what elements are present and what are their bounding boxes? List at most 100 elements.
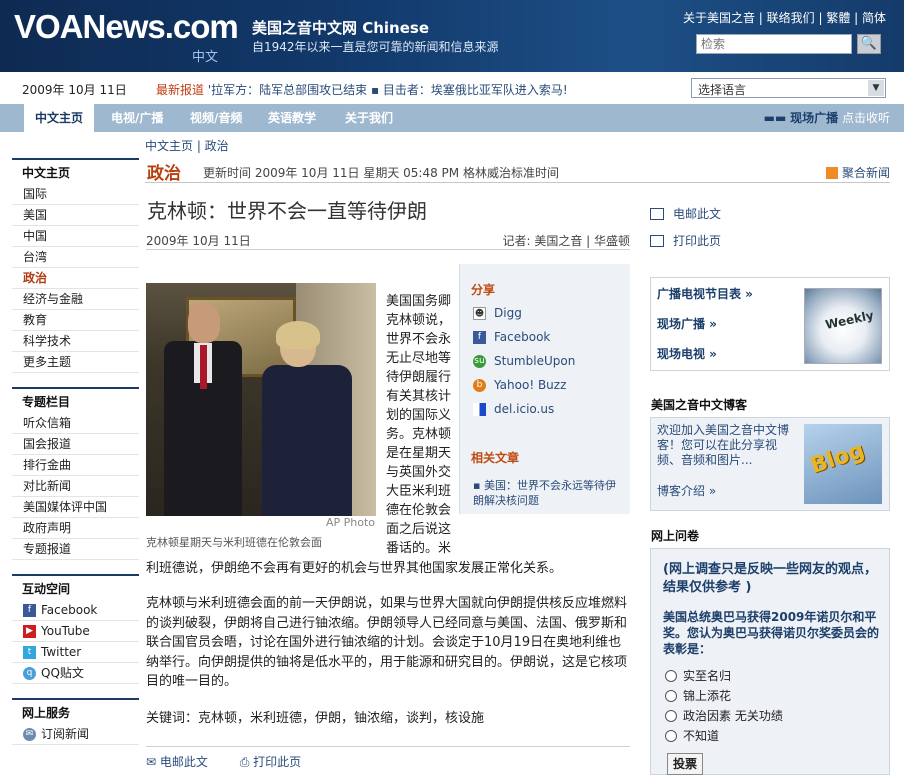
tab-video-audio[interactable]: 视频/音频 — [190, 104, 242, 132]
poll-option[interactable]: 不知道 — [665, 727, 719, 744]
sidebar-item[interactable]: 排行金曲 — [12, 455, 139, 476]
share-title: 分享 — [471, 283, 496, 297]
delicious-icon — [473, 402, 486, 416]
sidebar-item-youtube[interactable]: ▶ YouTube — [12, 621, 139, 642]
site-subtitle: 自1942年以来一直是您可靠的新闻和信息来源 — [252, 40, 499, 54]
language-select[interactable]: 选择语言 ▼ — [691, 78, 886, 98]
share-stumbleupon[interactable]: su StumbleUpon — [473, 354, 575, 368]
search-button[interactable]: 🔍 — [857, 34, 881, 54]
language-select-value: 选择语言 — [698, 83, 747, 97]
email-article-link[interactable]: 电邮此文 — [650, 205, 890, 222]
chevron-down-icon[interactable]: ▼ — [868, 80, 884, 96]
live-radio-link[interactable]: ▬▬ 现场广播 点击收听 — [764, 104, 890, 132]
sidebar-item-active[interactable]: 政治 — [12, 268, 139, 289]
blog-box: 欢迎加入美国之音中文博客！您可以在此分享视频、音频和图片... 博客介绍 » B… — [650, 417, 890, 511]
article-photo — [146, 283, 376, 516]
sidebar-item[interactable]: 政府声明 — [12, 518, 139, 539]
section-header: 政治 更新时间 2009年 10月 11日 星期天 05:48 PM 格林威治标… — [145, 157, 890, 184]
facebook-icon: f — [473, 330, 486, 344]
current-date: 2009年 10月 11日 — [22, 83, 127, 97]
radio-button[interactable] — [665, 669, 677, 682]
sidebar-item[interactable]: 中国 — [12, 226, 139, 247]
article-tools: ✉ 电邮此文 ⎙ 打印此页 — [146, 746, 630, 770]
email-article-button[interactable]: ✉ 电邮此文 — [146, 755, 222, 769]
share-yahoo-buzz[interactable]: b Yahoo! Buzz — [473, 378, 566, 392]
sidebar-item[interactable]: 台湾 — [12, 247, 139, 268]
sidebar-item-qq[interactable]: q QQ贴文 — [12, 663, 139, 684]
sidebar-item[interactable]: 科学技术 — [12, 331, 139, 352]
poll-box: (网上调查只是反映一些网友的观点，结果仅供参考 ) 美国总统奥巴马获得2009年… — [650, 548, 890, 775]
article-headline: 克林顿：世界不会一直等待伊朗 — [147, 199, 427, 223]
rss-link[interactable]: 聚合新闻 — [825, 164, 890, 181]
blog-text[interactable]: 欢迎加入美国之音中文博客！您可以在此分享视频、音频和图片... — [657, 423, 795, 468]
poll-option[interactable]: 锦上添花 — [665, 687, 731, 704]
tab-tv-radio[interactable]: 电视/广播 — [111, 104, 163, 132]
poll-note: (网上调查只是反映一些网友的观点，结果仅供参考 ) — [663, 562, 877, 595]
sidebar-item[interactable]: 经济与金融 — [12, 289, 139, 310]
sidebar-item[interactable]: 专题报道 — [12, 539, 139, 560]
site-header: VOANews.com 中文 美国之音中文网 Chinese 自1942年以来一… — [0, 0, 904, 72]
sidebar-item[interactable]: 国会报道 — [12, 434, 139, 455]
blog-image[interactable]: Blog — [804, 424, 882, 504]
tab-home[interactable]: 中文主页 — [24, 104, 95, 132]
live-radio-link[interactable]: 现场广播 » — [657, 315, 717, 332]
sidebar-item[interactable]: 听众信箱 — [12, 413, 139, 434]
sub-bar: 2009年 10月 11日 最新报道 '拉军方：陆军总部围攻已结束 ▪ 目击者：… — [0, 72, 904, 104]
related-article[interactable]: ▪ 美国：世界不会永远等待伊朗解决核问题 — [473, 478, 623, 508]
ticker-text[interactable]: '拉军方：陆军总部围攻已结束 ▪ 目击者：埃塞俄比亚军队进入索马! — [208, 83, 568, 97]
stumbleupon-icon: su — [473, 354, 486, 368]
sidebar-heading-home[interactable]: 中文主页 — [12, 158, 139, 184]
subscribe-icon: ✉ — [23, 727, 36, 741]
article-paragraph-1-cont: 利班德说，伊朗绝不会再有更好的机会与世界其他国家发展正常化关系。 — [146, 561, 563, 576]
sidebar-item[interactable]: 国际 — [12, 184, 139, 205]
radio-button[interactable] — [665, 729, 677, 742]
top-links[interactable]: 关于美国之音 | 联络我们 | 繁體 | 简体 — [683, 9, 886, 26]
sidebar-item-subscribe[interactable]: ✉ 订阅新闻 — [12, 724, 139, 745]
sidebar-heading-interactive: 互动空间 — [12, 574, 139, 600]
photo-caption: 克林顿星期天与米利班德在伦敦会面 — [146, 536, 322, 549]
vote-button[interactable]: 投票 — [667, 753, 703, 775]
sidebar-item[interactable]: 教育 — [12, 310, 139, 331]
sidebar-item[interactable]: 美国媒体评中国 — [12, 497, 139, 518]
article-paragraph-1: 美国国务卿克林顿说，世界不会永无止尽地等待伊朗履行有关其核计划的国际义务。克林顿… — [386, 294, 452, 556]
voa-logo[interactable]: VOANews.com 中文 — [14, 8, 239, 65]
share-delicious[interactable]: del.icio.us — [473, 402, 554, 416]
radio-icon: ▬▬ — [763, 111, 791, 125]
qq-icon: q — [23, 666, 36, 680]
tab-english[interactable]: 英语教学 — [268, 104, 316, 132]
sidebar-item-facebook[interactable]: f Facebook — [12, 600, 139, 621]
article-date: 2009年 10月 11日 — [146, 234, 251, 248]
share-facebook[interactable]: f Facebook — [473, 330, 550, 344]
ticker-label: 最新报道 — [156, 83, 205, 97]
sidebar-item[interactable]: 美国 — [12, 205, 139, 226]
print-page-link[interactable]: 打印此页 — [650, 232, 890, 249]
print-page-button[interactable]: ⎙ 打印此页 — [240, 755, 315, 769]
blog-intro-link[interactable]: 博客介绍 » — [657, 482, 716, 499]
radio-hint: 点击收听 — [841, 111, 890, 125]
poll-question: 美国总统奥巴马获得2009年诺贝尔和平奖。您认为奥巴马获得诺贝尔奖委员会的表彰是… — [663, 610, 880, 656]
news-ticker[interactable]: 最新报道 '拉军方：陆军总部围攻已结束 ▪ 目击者：埃塞俄比亚军队进入索马! — [156, 81, 568, 98]
article-author: 记者: 美国之音 | 华盛顿 — [502, 234, 630, 248]
section-name: 政治 — [147, 164, 181, 184]
article-keywords: 关键词：克林顿，米利班德，伊朗，铀浓缩，谈判，核设施 — [146, 711, 485, 726]
sidebar-item[interactable]: 对比新闻 — [12, 476, 139, 497]
live-tv-link[interactable]: 现场电视 » — [657, 345, 717, 362]
tab-about[interactable]: 关于我们 — [345, 104, 393, 132]
blog-title: 美国之音中文博客 — [651, 398, 748, 412]
poll-option[interactable]: 政治因素 无关功绩 — [665, 707, 783, 724]
search-input[interactable] — [696, 34, 852, 54]
sidebar-item[interactable]: 更多主题 — [12, 352, 139, 373]
site-title: 美国之音中文网 Chinese — [252, 19, 430, 37]
digg-icon: ☻ — [473, 306, 486, 320]
article-paragraph-2: 克林顿与米利班德会面的前一天伊朗说，如果与世界大国就向伊朗提供核反应堆燃料的谈判… — [146, 596, 628, 689]
radio-button[interactable] — [665, 709, 677, 722]
sidebar-item-twitter[interactable]: t Twitter — [12, 642, 139, 663]
breadcrumb[interactable]: 中文主页 | 政治 — [145, 137, 229, 154]
poll-option[interactable]: 实至名归 — [665, 667, 731, 684]
logo-sub: 中文 — [191, 50, 218, 65]
tv-schedule-link[interactable]: 广播电视节目表 » — [657, 285, 753, 302]
radio-button[interactable] — [665, 689, 677, 702]
share-digg[interactable]: ☻ Digg — [473, 306, 522, 320]
weekly-calendar-image[interactable]: Weekly — [804, 288, 882, 364]
twitter-icon: t — [23, 645, 36, 659]
